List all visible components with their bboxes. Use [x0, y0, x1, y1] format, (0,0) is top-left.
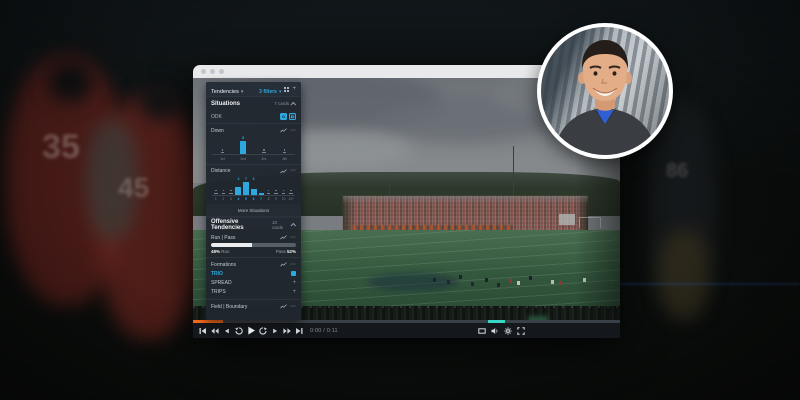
replay-back-button[interactable]	[233, 326, 245, 336]
skip-start-button[interactable]	[197, 326, 209, 336]
volume-button[interactable]	[489, 326, 501, 336]
formation-name: TRIPS	[211, 289, 226, 295]
window-minimize-button[interactable]	[210, 69, 215, 74]
field-boundary-card-title: Field | Boundary	[211, 304, 247, 310]
window-zoom-button[interactable]	[219, 69, 224, 74]
down-card-title: Down	[211, 128, 224, 134]
line-chart-icon[interactable]	[280, 128, 287, 133]
theater-mode-button[interactable]	[476, 326, 488, 336]
run-percent: 48%	[211, 249, 220, 254]
distance-chart[interactable]: 1234475367891011+	[206, 176, 301, 202]
settings-gear-button[interactable]	[502, 326, 514, 336]
chevron-up-icon[interactable]	[290, 101, 296, 107]
situations-section-header[interactable]: Situations 7 cards	[206, 97, 301, 110]
caret-down-icon: ▾	[279, 89, 282, 95]
player-control-bar: 0:00 / 0:11	[193, 323, 620, 338]
formations-card: Formations ⋯ TRIO SPREAD + TRIPS +	[206, 258, 301, 299]
profile-photo-avatar	[537, 23, 673, 159]
formation-row-trio[interactable]: TRIO	[206, 269, 301, 278]
card-layout-icon[interactable]	[284, 87, 289, 92]
fast-forward-button[interactable]	[281, 326, 293, 336]
formation-row-trips[interactable]: TRIPS +	[206, 287, 301, 296]
right-control-group	[476, 326, 527, 336]
odk-row: ODK O D	[206, 110, 301, 123]
distance-card: Distance ⋯ 1234475367891011+	[206, 165, 301, 205]
offensive-tendencies-header[interactable]: Offensive Tendencies 10 cards	[206, 218, 301, 231]
run-pass-labels: 48% Run Pass 52%	[206, 249, 301, 254]
run-pass-bar	[211, 243, 296, 247]
situations-title: Situations	[211, 101, 240, 107]
odk-offense-toggle[interactable]: O	[280, 113, 287, 120]
formations-card-title: Formations	[211, 262, 236, 268]
chevron-up-icon[interactable]	[290, 222, 296, 228]
formation-name: SPREAD	[211, 280, 232, 286]
panel-title: Tendencies	[211, 89, 239, 95]
distance-card-title: Distance	[211, 168, 230, 174]
line-chart-icon[interactable]	[280, 235, 287, 240]
field-boundary-card: Field | Boundary ⋯	[206, 300, 301, 314]
tendencies-panel: Tendencies▾ 3 filters▾ + Situations 7 ca…	[206, 82, 301, 320]
filters-dropdown[interactable]: 3 filters▾	[259, 82, 281, 98]
tendencies-dropdown[interactable]: Tendencies▾	[211, 82, 243, 98]
formation-selected-icon[interactable]	[291, 271, 296, 276]
offensive-card-count: 10 cards	[272, 220, 289, 230]
fullscreen-button[interactable]	[515, 326, 527, 336]
replay-forward-button[interactable]	[257, 326, 269, 336]
caret-down-icon: ▾	[241, 89, 244, 95]
formation-name: TRIO	[211, 271, 223, 277]
odk-defense-toggle[interactable]: D	[289, 113, 296, 120]
avatar-portrait	[541, 27, 669, 155]
pass-percent: 52%	[287, 249, 296, 254]
panel-header: Tendencies▾ 3 filters▾ +	[206, 82, 301, 96]
run-label: Run	[221, 249, 229, 254]
window-close-button[interactable]	[201, 69, 206, 74]
line-chart-icon[interactable]	[280, 304, 287, 309]
step-back-button[interactable]	[221, 326, 233, 336]
offensive-tendencies-title: Offensive Tendencies	[211, 219, 272, 231]
step-forward-button[interactable]	[269, 326, 281, 336]
odk-label: ODK	[211, 114, 222, 120]
play-button[interactable]	[245, 326, 257, 336]
down-chart[interactable]: 1st82nd3rd4th	[206, 135, 301, 161]
screenshot-stage: 35 45 86	[0, 0, 800, 400]
run-pass-card: Run | Pass ⋯ 48% Run Pass 52%	[206, 231, 301, 257]
run-bar-fill	[211, 243, 252, 247]
add-card-button[interactable]: +	[292, 86, 296, 92]
down-card: Down ⋯ 1st82nd3rd4th	[206, 124, 301, 164]
time-display: 0:00 / 0:11	[310, 328, 338, 334]
more-situations-button[interactable]: More Situations	[206, 204, 301, 216]
formation-row-spread[interactable]: SPREAD +	[206, 278, 301, 287]
line-chart-icon[interactable]	[280, 262, 287, 267]
situations-card-count: 7 cards	[274, 101, 289, 106]
run-pass-card-title: Run | Pass	[211, 235, 235, 241]
line-chart-icon[interactable]	[280, 169, 287, 174]
pass-label: Pass	[276, 249, 286, 254]
skip-end-button[interactable]	[293, 326, 305, 336]
fast-rewind-button[interactable]	[209, 326, 221, 336]
filters-label: 3 filters	[259, 89, 277, 95]
